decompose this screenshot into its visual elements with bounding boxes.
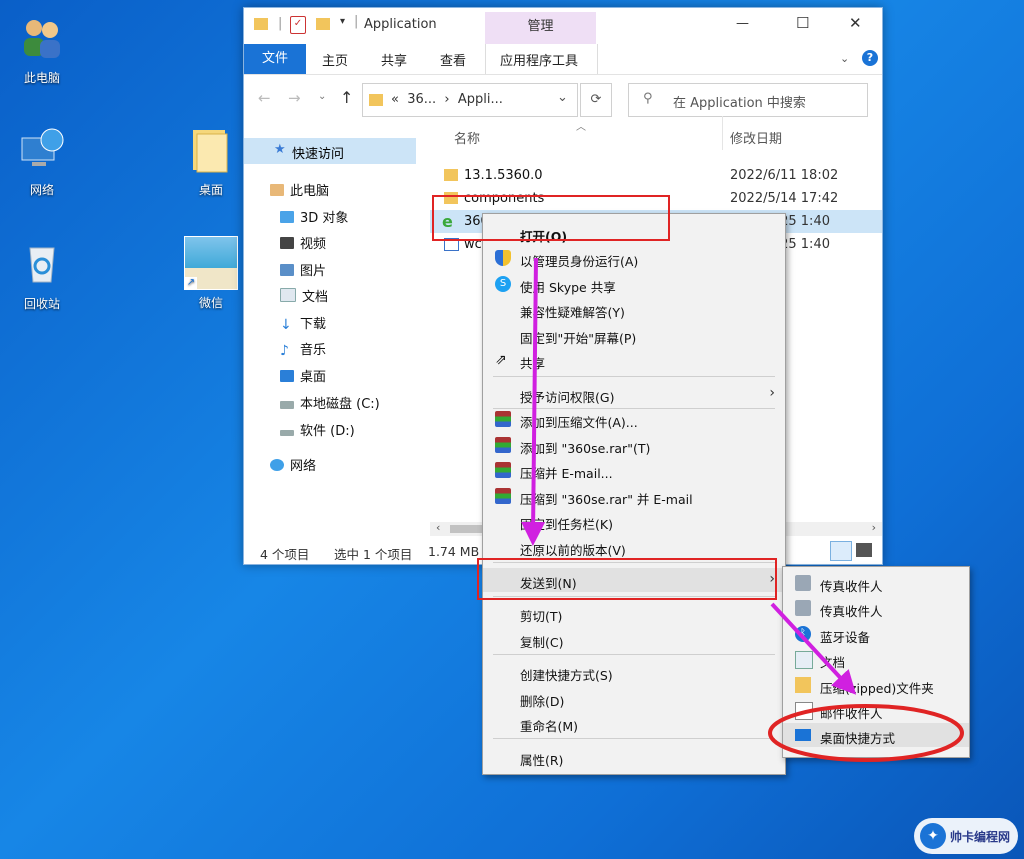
watermark-text: 帅卡编程网 bbox=[950, 830, 1011, 844]
annotation-arrows bbox=[521, 257, 964, 762]
logo-icon: ✦ bbox=[920, 823, 946, 849]
annotation-ellipse-desktop-shortcut bbox=[768, 704, 964, 762]
annotation-arrow-down bbox=[521, 257, 546, 546]
watermark: ✦ 帅卡编程网 bbox=[914, 818, 1018, 854]
annotation-arrow-diagonal bbox=[770, 602, 857, 695]
